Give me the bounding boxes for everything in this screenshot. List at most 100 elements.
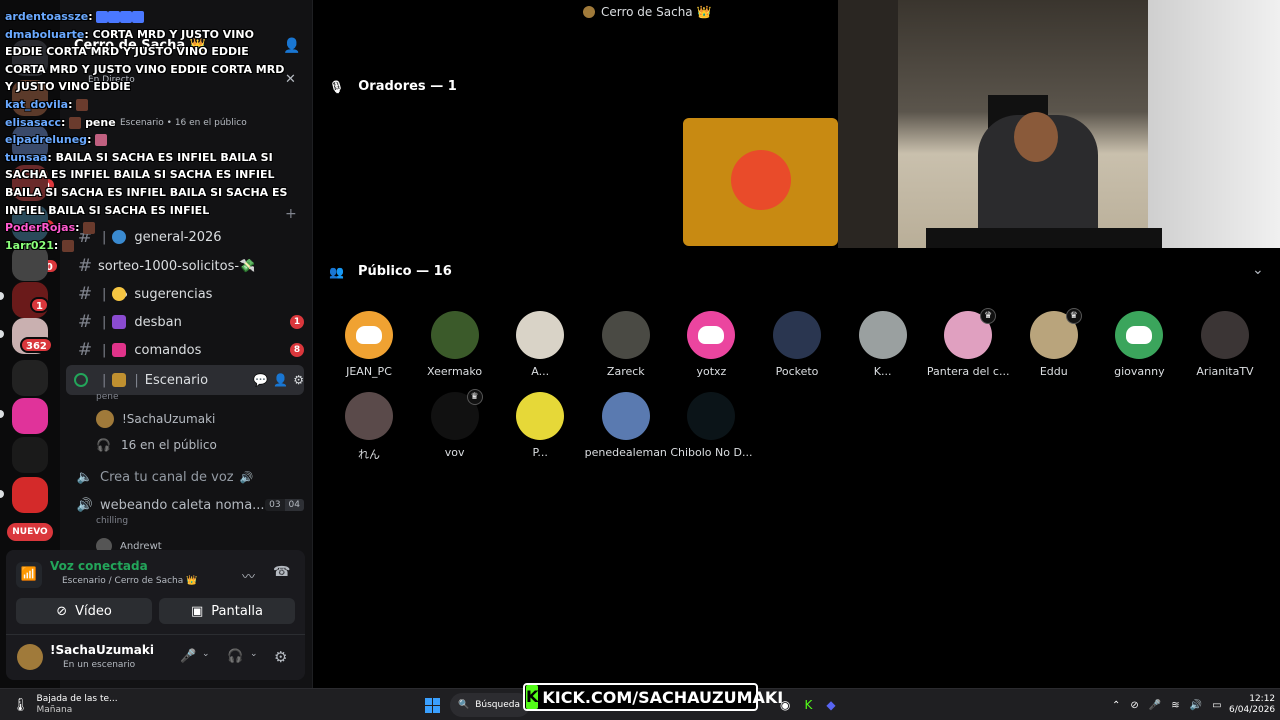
audience-member[interactable]: giovanny [1096,311,1182,378]
channel-voice-webeando[interactable]: 🔊 webeando caleta noma... 03 04 [74,491,304,519]
audience-member[interactable]: penedealeman [583,392,669,459]
channel-name: desban [134,314,182,330]
channel-create-voice[interactable]: 🔈 Crea tu canal de voz 🔊 [74,463,304,491]
channel-desban[interactable]: # | desban 1 [74,308,304,336]
settings-icon[interactable]: ⚙ [274,648,287,666]
screen-share-icon: ▣ [190,603,204,619]
discord-logo-icon [356,326,382,344]
webcam-wall [838,0,898,248]
channel-sorteo[interactable]: # sorteo-1000-solicitos-💸 [74,252,304,280]
chevron-up-icon[interactable]: ⌃ [1112,700,1120,711]
audience-member[interactable]: ♛ Pantera del c... [925,308,1011,378]
server-icon[interactable] [12,360,48,396]
channel-comandos[interactable]: # | comandos 8 [74,336,304,364]
audience-member[interactable]: ♛ vov [412,389,498,459]
audience-name: penedealeman [584,446,667,459]
audience-member[interactable]: A... [497,311,583,378]
user-name[interactable]: !SachaUzumaki [50,643,154,657]
audience-member[interactable]: Xeermako [412,311,498,378]
video-off-icon: ⊘ [56,603,68,619]
channel-escenario[interactable]: | | Escenario 💬 👤 ⚙ [66,365,304,395]
taskbar-search[interactable]: 🔍 Búsqueda [450,693,530,717]
audience-name: ArianitaTV [1196,365,1254,378]
voice-panel: 📶 Voz conectada Escenario / Cerro de Sac… [6,550,305,680]
window-title: Cerro de Sacha 👑 [583,5,711,19]
kick-url: KICK.COM/SACHAUZUMAKI [542,687,784,707]
chat-username: tunsaa [5,150,48,164]
microphone-icon[interactable]: 🎤 [1149,700,1161,711]
disconnect-icon[interactable]: ☎ [273,564,290,580]
audience-member[interactable]: JEAN_PC [326,311,412,378]
chat-icon[interactable]: 💬 [253,373,268,387]
tray-icon[interactable]: ⊘ [1130,700,1138,711]
invite-icon[interactable]: 👤 [273,373,288,387]
speakers-header: 🎙 Oradores — 1 [329,79,457,94]
avatar: ♛ [944,308,997,359]
audience-name: Zareck [606,365,645,378]
avatar [516,392,565,440]
screen-share-button[interactable]: ▣ Pantalla [159,598,295,624]
server-icon [583,6,595,18]
volume-icon[interactable]: 🔊 [1190,700,1202,711]
avatar [601,392,650,440]
speaker-tile[interactable] [683,118,838,246]
kick-app-icon[interactable]: K [804,698,812,712]
avatar: ♛ [1029,308,1082,359]
audience-member[interactable]: ArianitaTV [1182,311,1268,378]
audience-member[interactable]: れん [326,392,412,462]
audience-member[interactable]: K... [840,311,926,378]
taskbar-apps: ◉ K ◆ [780,689,836,720]
avatar: ♛ [430,389,483,440]
audience-member[interactable]: P... [497,392,583,459]
avatar [858,311,907,359]
audience-member[interactable]: Zareck [583,311,669,378]
audience-member[interactable]: yotxz [668,311,754,378]
avatar[interactable] [17,644,43,670]
audience-member[interactable]: Chibolo No D... [668,392,754,459]
unread-count: 1 [290,315,304,329]
headphones-icon[interactable]: 🎧 [227,649,243,664]
speaker-avatar [731,150,791,210]
weather-widget[interactable]: 🌡 Bajada de las te... Mañana [12,689,118,720]
server-icon[interactable] [12,477,48,513]
signal-icon[interactable]: 📶 [16,562,42,588]
moderator-badge-icon: ♛ [1065,308,1082,324]
audience-name: vov [444,446,465,459]
voice-status-label[interactable]: Voz conectada [50,559,148,573]
soundwave-icon[interactable]: 〰 [242,566,255,585]
hash-icon: # [77,312,93,332]
unread-pill [0,292,4,300]
microphone-icon[interactable]: 🎤 [180,649,196,664]
chevron-down-icon[interactable]: ⌄ [202,649,210,659]
hash-icon: # [77,340,93,360]
battery-icon[interactable]: ▭ [1212,700,1221,711]
server-icon[interactable] [12,437,48,473]
video-button[interactable]: ⊘ Vídeo [16,598,152,624]
clock-date: 6/04/2026 [1229,705,1276,715]
chat-username: dmaboluarte [5,27,85,41]
chat-message: dmaboluarte: CORTA MRD Y JUSTO VINO EDDI… [5,27,285,94]
discord-app-icon[interactable]: ◆ [826,698,835,712]
stage-speaker[interactable]: !SachaUzumaki [96,410,215,428]
audience-member[interactable]: Pocketo [754,311,840,378]
audience-name: JEAN_PC [346,365,392,378]
search-label: Búsqueda [475,700,520,710]
chevron-down-icon[interactable]: ⌄ [1252,262,1264,278]
clock[interactable]: 12:12 6/04/2026 [1229,689,1275,720]
new-badge: NUEVO [7,523,53,541]
settings-icon[interactable]: ⚙ [293,373,304,387]
server-icon[interactable] [12,398,48,434]
hash-icon: # [77,284,93,304]
audience-header: 👥 Público — 16 [329,264,452,279]
bulb-icon [112,287,127,301]
audience-name: れん [358,448,380,461]
wifi-icon[interactable]: ≋ [1171,700,1179,711]
start-button[interactable] [425,689,440,720]
voice-location[interactable]: Escenario / Cerro de Sacha 👑 [62,576,197,586]
chevron-down-icon[interactable]: ⌄ [250,649,258,659]
audience-name: giovanny [1114,365,1165,378]
speaker-icon: 🔊 [76,497,94,513]
chat-username: 1arr021 [5,238,54,252]
audience-member[interactable]: ♛ Eddu [1011,308,1097,378]
channel-sugerencias[interactable]: # | sugerencias [74,280,304,308]
